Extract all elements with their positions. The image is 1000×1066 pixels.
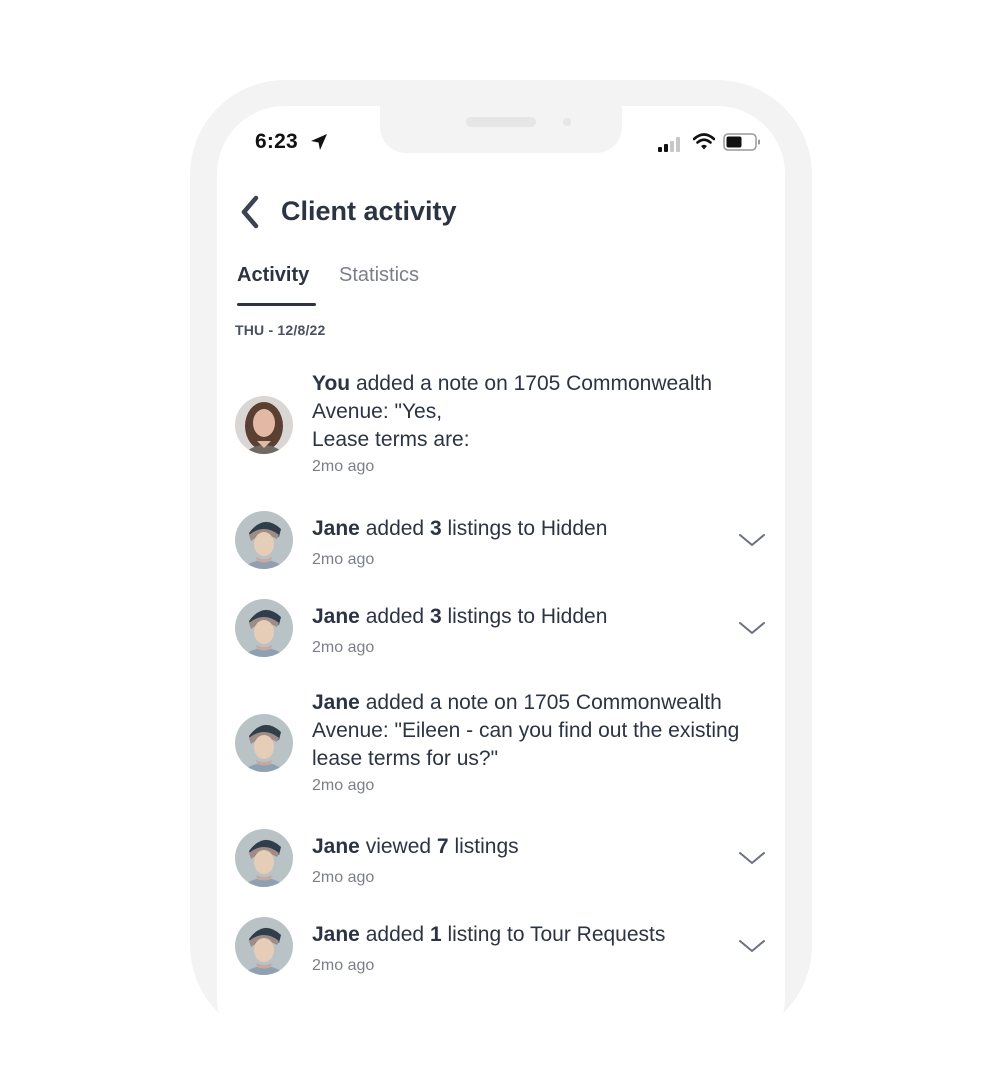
activity-text: Jane added 1 listing to Tour Requests xyxy=(312,923,666,946)
activity-text: Jane added 3 listings to Hidden xyxy=(312,605,608,628)
activity-text: Jane added 3 listings to Hidden xyxy=(312,517,608,540)
time-ago: 2mo ago xyxy=(312,777,375,794)
wifi-icon xyxy=(693,133,715,150)
activity-text: Jane added a note on 1705 Commonwealth A… xyxy=(312,691,740,770)
time-ago: 2mo ago xyxy=(312,639,375,656)
avatar-jane xyxy=(235,917,293,975)
note-line-1: added a note on 1705 Commonwealth Avenue… xyxy=(312,372,713,423)
activity-text: Jane viewed 7 listings xyxy=(312,835,519,858)
expand-chevron-down-icon[interactable] xyxy=(737,849,767,867)
note-line-2: Lease terms are: xyxy=(312,428,470,451)
tab-statistics[interactable]: Statistics xyxy=(339,264,419,287)
time-ago: 2mo ago xyxy=(312,869,375,886)
back-chevron-icon[interactable] xyxy=(239,194,261,230)
expand-chevron-down-icon[interactable] xyxy=(737,937,767,955)
avatar-jane xyxy=(235,714,293,772)
location-arrow-icon xyxy=(311,134,327,150)
battery-icon xyxy=(723,133,760,151)
phone-notch xyxy=(380,106,622,153)
date-header: THU - 12/8/22 xyxy=(235,322,326,338)
time-ago: 2mo ago xyxy=(312,551,375,568)
actor-name: You xyxy=(312,372,351,395)
time-ago: 2mo ago xyxy=(312,957,375,974)
expand-chevron-down-icon[interactable] xyxy=(737,531,767,549)
active-tab-indicator xyxy=(237,303,316,306)
cellular-signal-icon xyxy=(658,137,680,152)
speaker-grille xyxy=(466,117,536,127)
avatar-jane xyxy=(235,511,293,569)
time-ago: 2mo ago xyxy=(312,458,375,475)
avatar-jane xyxy=(235,599,293,657)
avatar-you xyxy=(235,396,293,454)
phone-screen: 6:23 Client activity Activity Statistics… xyxy=(217,106,785,1066)
avatar-jane xyxy=(235,829,293,887)
status-time: 6:23 xyxy=(255,130,298,153)
page-title: Client activity xyxy=(281,196,457,226)
front-camera xyxy=(563,118,571,126)
tab-activity[interactable]: Activity xyxy=(237,264,309,287)
activity-text: You added a note on 1705 Commonwealth Av… xyxy=(312,370,762,454)
expand-chevron-down-icon[interactable] xyxy=(737,619,767,637)
